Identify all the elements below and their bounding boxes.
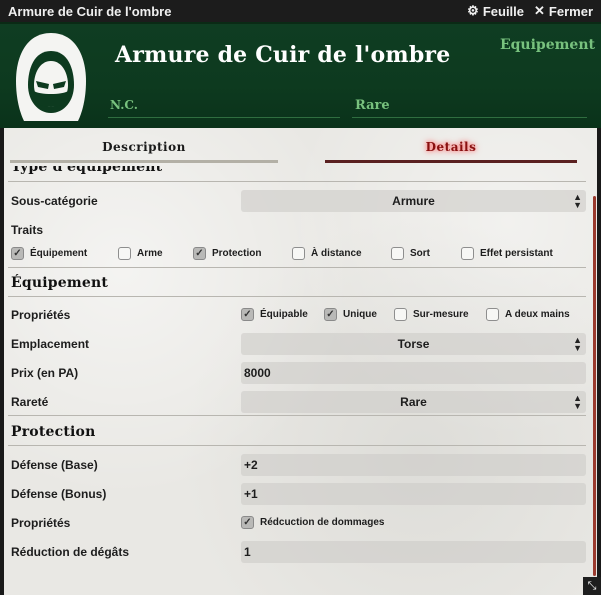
checkbox[interactable]: ✓ <box>193 247 206 260</box>
subcategory-value: Armure <box>392 194 435 208</box>
prop-damage-reduction[interactable]: ✓ Rédcuction de dommages <box>241 516 384 529</box>
item-rarity: Rare <box>355 98 390 113</box>
item-sheet-body: Description Details Type d'équipement So… <box>0 128 601 595</box>
prop-label: Équipable <box>260 309 308 320</box>
tab-bar: Description Details <box>4 128 597 164</box>
checkbox[interactable] <box>461 247 474 260</box>
defense-bonus-value: +1 <box>244 487 258 501</box>
item-name[interactable]: Armure de Cuir de l'ombre <box>115 42 450 68</box>
select-arrows-icon: ▲ ▼ <box>573 192 582 210</box>
price-label: Prix (en PA) <box>11 366 79 380</box>
equipment-properties-label: Propriétés <box>11 308 71 322</box>
trait-arme[interactable]: Arme <box>118 247 163 260</box>
prop-equipable[interactable]: ✓ Équipable <box>241 308 308 321</box>
prop-label: Rédcuction de dommages <box>260 517 385 528</box>
defense-base-label: Défense (Base) <box>11 458 98 472</box>
window-title: Armure de Cuir de l'ombre <box>8 3 172 19</box>
price-input[interactable]: 8000 <box>241 362 586 384</box>
damage-reduction-input[interactable]: 1 <box>241 541 586 563</box>
subcategory-label: Sous-catégorie <box>11 194 98 208</box>
subcategory-select[interactable]: Armure ▲ ▼ <box>241 190 586 212</box>
damage-reduction-value: 1 <box>244 545 251 559</box>
window-title-bar[interactable]: Armure de Cuir de l'ombre ⚙ Feuille ✕ Fe… <box>0 0 601 22</box>
prop-label: A deux mains <box>505 309 570 320</box>
slot-value: Torse <box>397 337 430 351</box>
defense-base-value: +2 <box>244 458 258 472</box>
trait-a-distance[interactable]: À distance <box>292 247 362 260</box>
sheet-button[interactable]: ⚙ Feuille <box>467 3 524 19</box>
checkbox[interactable] <box>118 247 131 260</box>
prop-label: Unique <box>343 309 377 320</box>
prop-unique[interactable]: ✓ Unique <box>324 308 377 321</box>
rarity-value: Rare <box>400 395 427 409</box>
trait-label: Arme <box>137 248 163 259</box>
trait-label: À distance <box>311 248 362 259</box>
sheet-button-label: Feuille <box>482 3 525 19</box>
checkbox[interactable] <box>394 308 407 321</box>
type-section-divider <box>8 181 586 182</box>
slot-select[interactable]: Torse ▲ ▼ <box>241 333 586 355</box>
item-type: Equipement <box>499 37 595 53</box>
checkbox[interactable] <box>486 308 499 321</box>
protection-properties-label: Propriétés <box>11 516 71 530</box>
protection-section-title: Protection <box>11 424 96 440</box>
traits-label: Traits <box>11 223 44 237</box>
tab-description[interactable]: Description <box>10 140 278 154</box>
rarity-underline <box>352 117 587 118</box>
select-arrows-icon: ▲ ▼ <box>573 393 582 411</box>
rarity-label: Rareté <box>11 395 49 409</box>
price-value: 8000 <box>244 366 271 380</box>
prop-sur-mesure[interactable]: Sur-mesure <box>394 308 469 321</box>
trait-protection[interactable]: ✓ Protection <box>193 247 261 260</box>
gear-icon: ⚙ <box>467 3 479 18</box>
close-button-label: Fermer <box>548 3 593 19</box>
prop-a-deux-mains[interactable]: A deux mains <box>486 308 570 321</box>
checkbox[interactable] <box>391 247 404 260</box>
slot-label: Emplacement <box>11 337 90 351</box>
vertical-scrollbar[interactable] <box>593 196 596 576</box>
level-underline <box>108 117 340 118</box>
item-header: Armure de Cuir de l'ombre Equipement N.C… <box>0 22 601 128</box>
trait-label: Protection <box>212 248 262 259</box>
item-level: N.C. <box>110 98 138 112</box>
tab-details-underline <box>325 160 577 163</box>
trait-sort[interactable]: Sort <box>391 247 430 260</box>
tab-details[interactable]: Details <box>325 140 577 154</box>
protection-divider <box>8 445 586 446</box>
checkbox[interactable]: ✓ <box>11 247 24 260</box>
trait-label: Équipement <box>30 248 88 259</box>
checkbox[interactable]: ✓ <box>241 308 254 321</box>
close-icon: ✕ <box>534 3 545 18</box>
select-arrows-icon: ▲ ▼ <box>573 335 582 353</box>
type-section-title: Type d'équipement <box>11 166 163 175</box>
rarity-select[interactable]: Rare ▲ ▼ <box>241 391 586 413</box>
prop-label: Sur-mesure <box>413 309 469 320</box>
trait-label: Sort <box>410 248 430 259</box>
equipment-divider <box>8 296 586 297</box>
protection-divider-top <box>8 415 586 416</box>
defense-bonus-input[interactable]: +1 <box>241 483 586 505</box>
defense-base-input[interactable]: +2 <box>241 454 586 476</box>
checkbox[interactable]: ✓ <box>324 308 337 321</box>
damage-reduction-label: Réduction de dégâts <box>11 545 130 559</box>
trait-effet-persistant[interactable]: Effet persistant <box>461 247 553 260</box>
resize-handle-icon[interactable]: ⤡ <box>583 577 601 595</box>
defense-bonus-label: Défense (Bonus) <box>11 487 107 501</box>
equipment-divider-top <box>8 267 586 268</box>
checkbox[interactable] <box>292 247 305 260</box>
equipment-section-title: Équipement <box>11 275 109 291</box>
close-button[interactable]: ✕ Fermer <box>534 3 593 19</box>
hooded-figure-icon[interactable] <box>10 29 92 125</box>
checkbox[interactable]: ✓ <box>241 516 254 529</box>
details-scroll-area[interactable]: Type d'équipement Sous-catégorie Armure … <box>4 166 597 595</box>
trait-label: Effet persistant <box>480 248 553 259</box>
trait-equipement[interactable]: ✓ Équipement <box>11 247 87 260</box>
tab-description-underline <box>10 160 278 163</box>
